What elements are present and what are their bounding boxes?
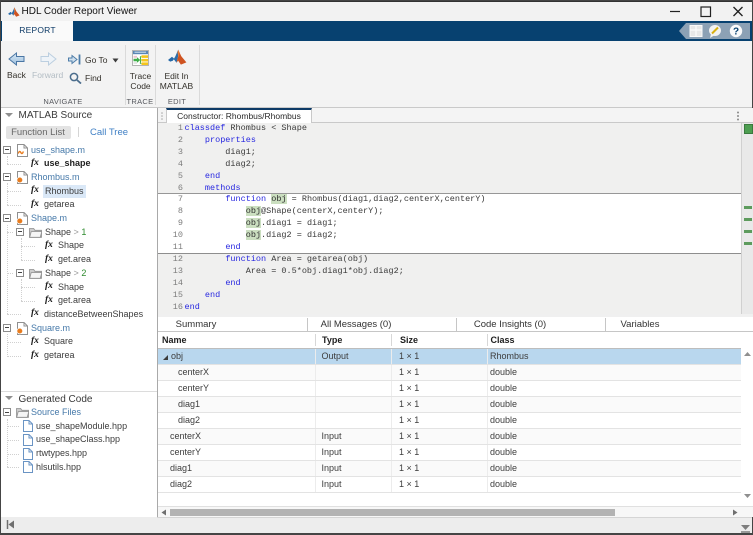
svg-text:?: ? — [733, 27, 739, 38]
